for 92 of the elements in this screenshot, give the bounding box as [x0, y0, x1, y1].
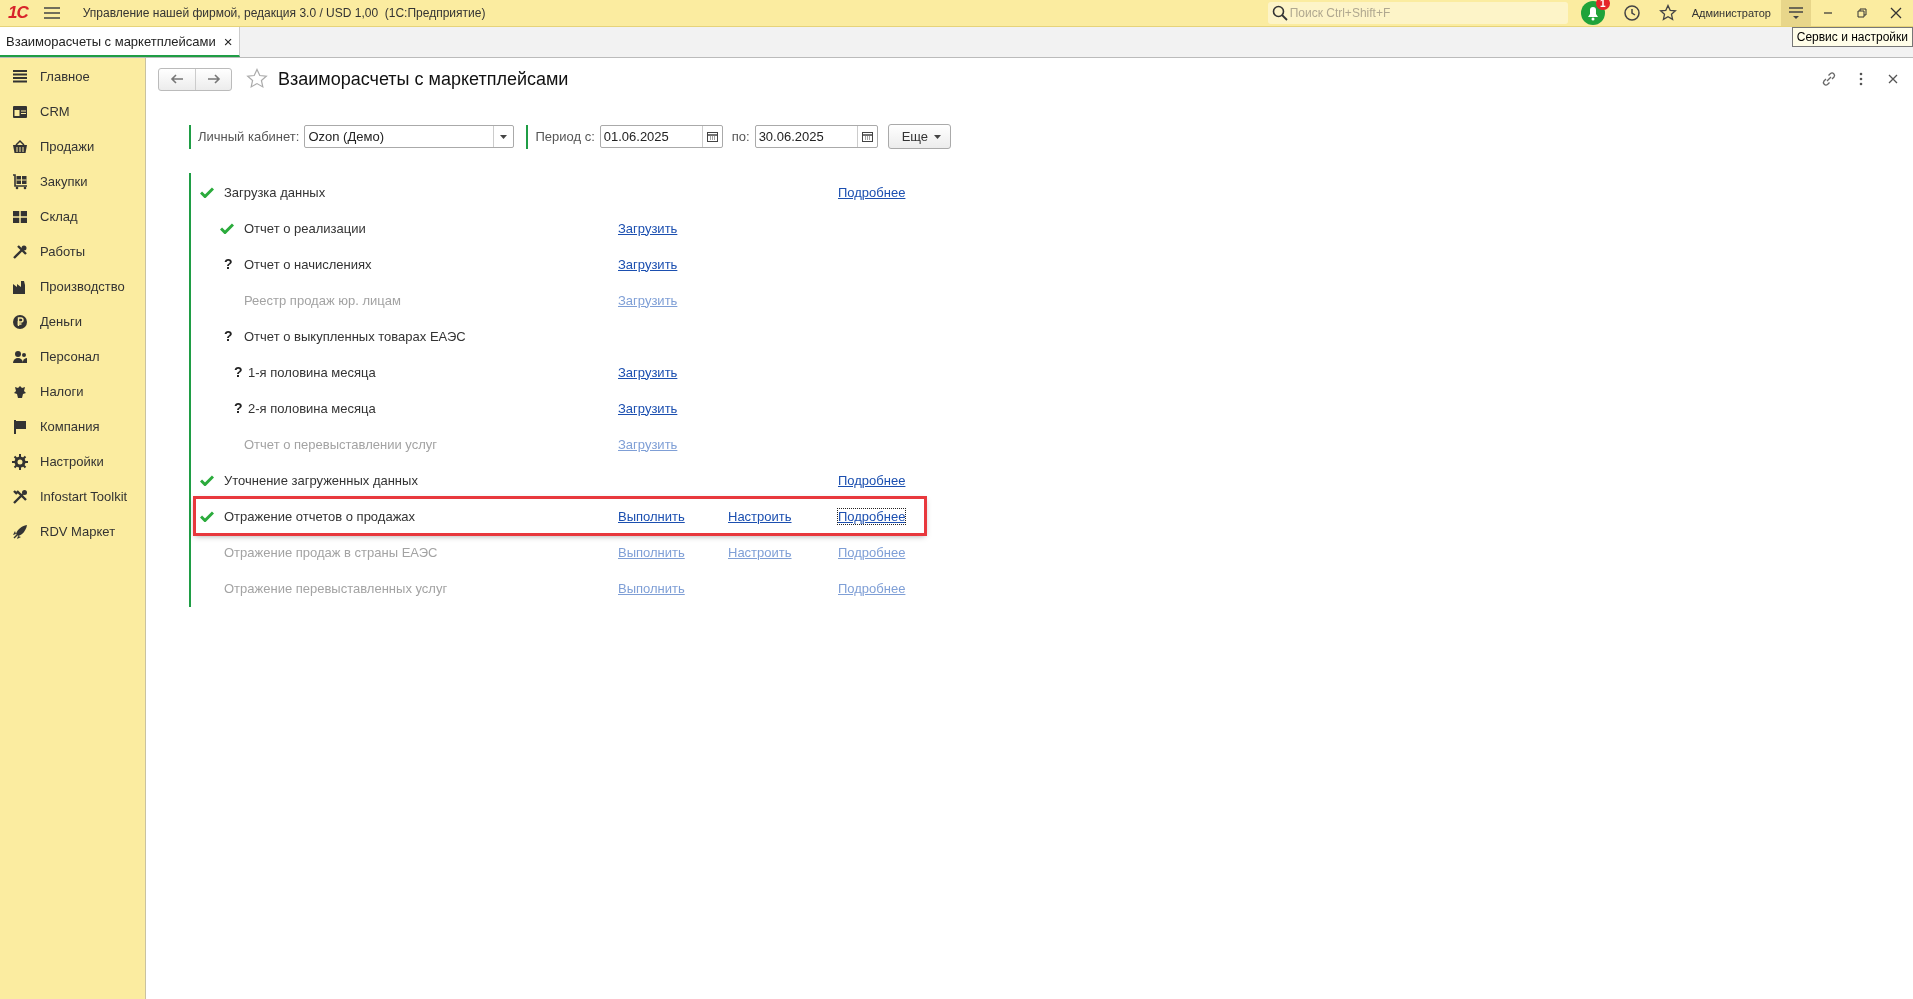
gear-icon — [12, 453, 28, 470]
cart-icon — [12, 173, 28, 190]
step-label: 1-я половина месяца — [248, 364, 376, 380]
link[interactable]: Загрузить — [618, 256, 678, 272]
link[interactable]: Подробнее — [838, 184, 906, 200]
date-field[interactable]: 01.06.2025 — [599, 125, 723, 148]
sidebar-item[interactable]: Работы — [0, 234, 145, 269]
step-label: Отчет о перевыставлении услуг — [244, 436, 437, 452]
window-title: Управление нашей фирмой, редакция 3.0 / USD 1,00 (1С:Предприятие) — [82, 6, 486, 20]
field-label: по: — [731, 129, 750, 144]
step-label: Реестр продаж юр. лицам — [244, 292, 401, 308]
date-field[interactable]: 01.06.2025 — [600, 129, 702, 144]
ruble-coin-icon — [12, 313, 28, 330]
step-label: Отражение продаж в страны ЕАЭС — [224, 544, 438, 560]
link[interactable]: Загрузить — [618, 400, 678, 416]
emblem-icon — [12, 383, 28, 400]
link[interactable]: Подробнее — [838, 472, 906, 488]
notification-button[interactable]: 1 — [1579, 0, 1606, 26]
sidebar-item[interactable]: RDV Маркет — [0, 514, 145, 549]
right-arrow-icon — [205, 73, 222, 85]
link-icon[interactable] — [1821, 71, 1837, 87]
menu-icon[interactable] — [43, 7, 60, 19]
sidebar-item[interactable]: CRM — [0, 94, 145, 129]
basket-icon — [12, 138, 28, 155]
link[interactable]: Загрузить — [618, 220, 678, 236]
link[interactable]: Загрузить — [618, 364, 678, 380]
close-icon — [1888, 5, 1904, 21]
sidebar-item[interactable]: Налоги — [0, 374, 145, 409]
bell-icon — [1579, 0, 1606, 26]
status-mark: ? — [233, 400, 243, 416]
step-label: Отчет о выкупленных товарах ЕАЭС — [244, 328, 466, 344]
status-mark: ? — [223, 328, 233, 344]
tools-icon — [12, 243, 28, 260]
sidebar-item[interactable]: Продажи — [0, 129, 145, 164]
link[interactable]: Выполнить — [618, 508, 685, 524]
form-title: Взаиморасчеты с маркетплейсами — [278, 68, 569, 90]
user-name[interactable]: Администратор — [1691, 7, 1771, 19]
factory-icon — [12, 278, 28, 295]
tooltip: Сервис и настройки — [1791, 27, 1913, 47]
menu-icon — [1788, 6, 1804, 20]
restore-icon — [1854, 5, 1870, 21]
step-label: Отражение отчетов о продажах — [224, 508, 416, 524]
status-mark: ? — [233, 364, 243, 380]
field-label: Период с: — [535, 129, 595, 144]
tab[interactable]: Взаиморасчеты с маркетплейсами × — [0, 27, 240, 57]
sidebar-item[interactable]: Деньги — [0, 304, 145, 339]
step-label: Загрузка данных — [224, 184, 326, 200]
sidebar-item[interactable]: Закупки — [0, 164, 145, 199]
star-icon[interactable] — [1658, 4, 1677, 22]
history-icon[interactable] — [1622, 4, 1641, 22]
rocket-icon — [12, 523, 28, 540]
tools-icon — [12, 488, 28, 505]
step-label: Отчет о реализации — [244, 220, 366, 236]
sidebar-item[interactable]: Настройки — [0, 444, 145, 479]
grid-icon — [12, 208, 28, 225]
notification-badge: 1 — [1596, 0, 1610, 10]
minimize-icon — [1823, 12, 1833, 14]
field-label: Личный кабинет: — [198, 129, 300, 144]
step-label: Отчет о начислениях — [244, 256, 372, 272]
people-icon — [12, 348, 28, 365]
link[interactable]: Настроить — [728, 508, 792, 524]
flag-icon — [12, 418, 28, 435]
caret-icon — [934, 134, 942, 139]
dropdown-field[interactable]: Ozon (Демо) — [304, 125, 515, 148]
status-mark: ? — [223, 256, 233, 272]
link[interactable]: Подробнее — [838, 508, 906, 524]
sidebar-item[interactable]: Персонал — [0, 339, 145, 374]
caret-icon — [500, 134, 508, 139]
close-tab-button[interactable]: × — [223, 32, 233, 50]
sidebar-item[interactable]: Infostart Toolkit — [0, 479, 145, 514]
step-label: Отражение перевыставленных услуг — [224, 580, 448, 596]
calendar-icon — [861, 131, 873, 142]
sidebar-item[interactable]: Главное — [0, 59, 145, 94]
star-icon[interactable] — [246, 68, 268, 90]
step-label: Уточнение загруженных данных — [224, 472, 418, 488]
sidebar-item[interactable]: Склад — [0, 199, 145, 234]
search-field[interactable]: Поиск Ctrl+Shift+F — [1267, 2, 1568, 24]
date-field[interactable]: 30.06.2025 — [754, 125, 878, 148]
dropdown-field[interactable]: Ozon (Демо) — [305, 129, 494, 144]
settings-menu-button[interactable] — [1781, 0, 1811, 26]
step-label: 2-я половина месяца — [248, 400, 376, 416]
sidebar-item[interactable]: Производство — [0, 269, 145, 304]
menu-icon — [12, 68, 28, 85]
search-field[interactable]: Поиск Ctrl+Shift+F — [1287, 5, 1552, 21]
date-field[interactable]: 30.06.2025 — [755, 129, 857, 144]
more-button[interactable]: Еще — [887, 124, 952, 149]
app-logo: 1С — [8, 3, 28, 23]
left-arrow-icon — [169, 73, 185, 85]
calendar-icon — [706, 131, 718, 142]
sidebar-item[interactable]: Компания — [0, 409, 145, 444]
search-icon — [1271, 5, 1288, 21]
id-card-icon — [12, 103, 28, 120]
